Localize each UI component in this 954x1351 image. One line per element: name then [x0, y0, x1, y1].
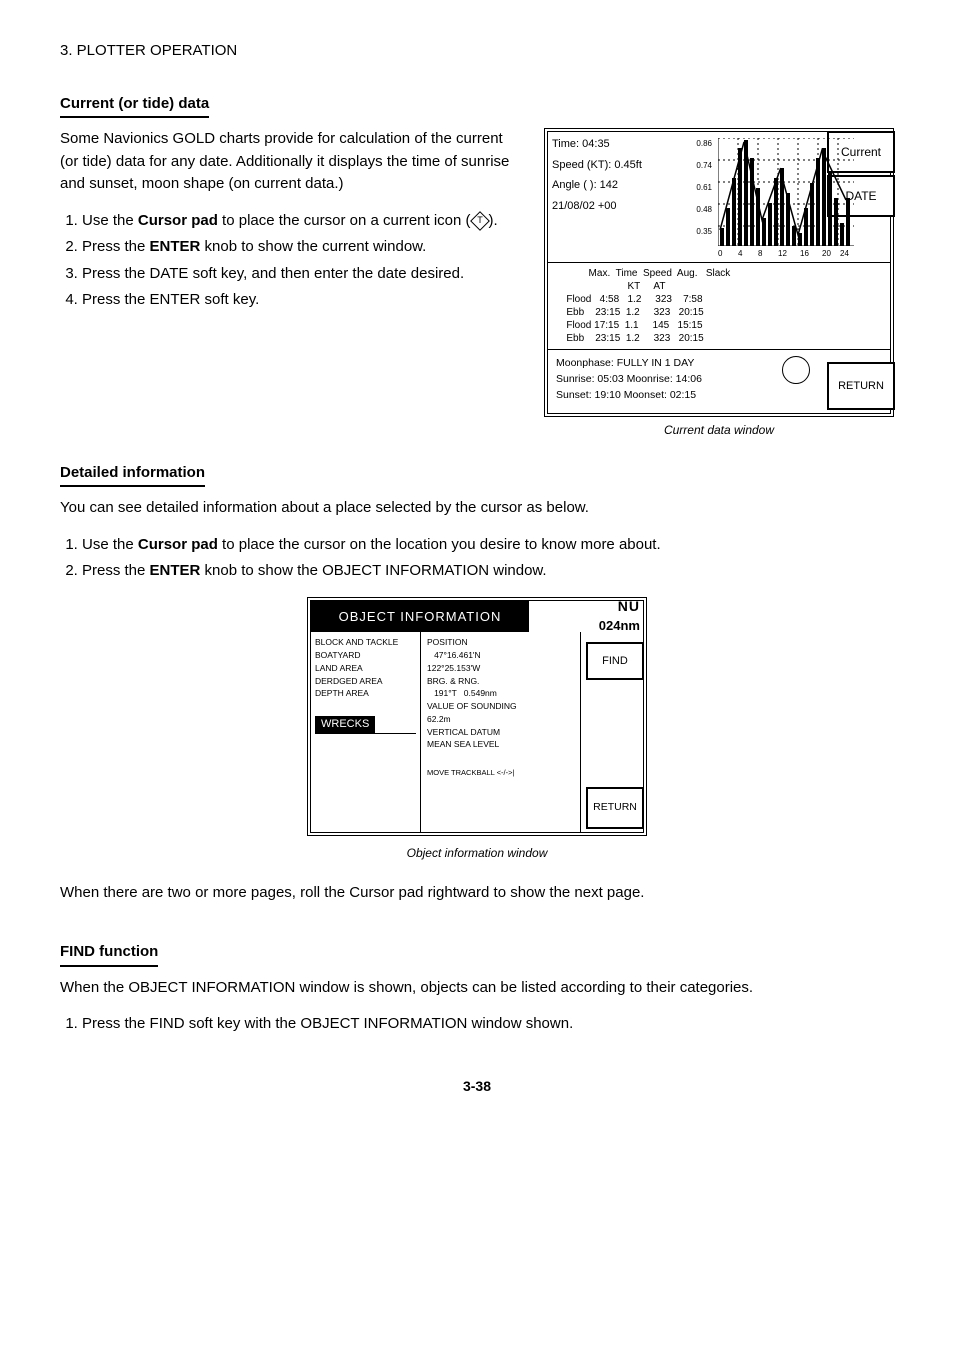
object-categories: BLOCK AND TACKLE BOATYARD LAND AREA DERD…: [311, 632, 421, 832]
angle-label: Angle ( ): 142: [552, 177, 684, 194]
dstep1-pre: Use the: [82, 536, 138, 553]
ytick: 0.61: [696, 182, 712, 194]
cat-item: BLOCK AND TACKLE: [315, 636, 416, 649]
tide-table: Max. Time Speed Aug. Slack KT AT Flood 4…: [548, 262, 890, 349]
step-1: Use the Cursor pad to place the cursor o…: [82, 210, 520, 233]
detail-line: 47°16.461'N: [427, 649, 574, 662]
speed-label: Speed (KT): 0.45ft: [552, 157, 684, 174]
xtick: 4: [738, 248, 742, 260]
step-2-pre: Press the: [82, 238, 150, 255]
tide-header: Max. Time Speed Aug. Slack KT AT: [558, 268, 730, 292]
date-value: 21/08/02 +00: [552, 198, 684, 215]
current-window: Current DATE RETURN Time: 04:35 Speed (K…: [544, 128, 894, 417]
moon-info: Moonphase: FULLY IN 1 DAY Sunrise: 05:03…: [548, 349, 890, 413]
page-number: 3-38: [60, 1076, 894, 1097]
dstep2-post: knob to show the OBJECT INFORMATION wind…: [200, 562, 546, 579]
cat-item: DERDGED AREA: [315, 675, 416, 688]
detail-line: 122°25.153'W: [427, 662, 574, 675]
sunrise-moonrise: Sunrise: 05:03 Moonrise: 14:06: [556, 372, 882, 388]
dstep2-pre: Press the: [82, 562, 150, 579]
bar-chart-svg: [718, 138, 854, 246]
tide-rows: Flood 4:58 1.2 323 7:58 Ebb 23:15 1.2 32…: [558, 294, 704, 344]
object-info-window: NU 024nm FIND RETURN OBJECT INFORMATION …: [307, 597, 647, 837]
current-icon: [470, 211, 490, 231]
moon-icon: [782, 356, 810, 384]
move-trackball-hint: MOVE TRACKBALL <-/->|: [427, 767, 574, 778]
wrecks-selected[interactable]: WRECKS: [315, 716, 375, 733]
step-2-post: knob to show the current window.: [200, 238, 426, 255]
xtick: 20: [822, 248, 831, 260]
ytick: 0.48: [696, 204, 712, 216]
detail-line: 191°T 0.549nm: [427, 687, 574, 700]
xtick: 8: [758, 248, 762, 260]
section-current-title: Current (or tide) data: [60, 93, 209, 119]
ytick: 0.35: [696, 226, 712, 238]
xtick: 24: [840, 248, 849, 260]
step-2: Press the ENTER knob to show the current…: [82, 236, 520, 259]
current-intro-para: Some Navionics GOLD charts provide for c…: [60, 128, 520, 196]
step-2-bold: ENTER: [150, 238, 201, 255]
detail-line: 62.2m: [427, 713, 574, 726]
obj-window-caption: Object information window: [60, 844, 894, 862]
find-para: When the OBJECT INFORMATION window is sh…: [60, 977, 894, 1000]
time-label: Time: 04:35: [552, 136, 684, 153]
ytick: 0.86: [696, 138, 712, 150]
detailed-para: You can see detailed information about a…: [60, 497, 894, 520]
step-3: Press the DATE soft key, and then enter …: [82, 263, 520, 286]
cat-item: LAND AREA: [315, 662, 416, 675]
xtick: 0: [718, 248, 722, 260]
detail-line: BRG. & RNG.: [427, 675, 574, 688]
section-find-title: FIND function: [60, 941, 158, 967]
find-step-1: Press the FIND soft key with the OBJECT …: [82, 1013, 894, 1036]
detailed-step-2: Press the ENTER knob to show the OBJECT …: [82, 560, 894, 583]
dstep2-bold: ENTER: [150, 562, 201, 579]
step-4: Press the ENTER soft key.: [82, 289, 520, 312]
detailed-step-1: Use the Cursor pad to place the cursor o…: [82, 534, 894, 557]
ytick: 0.74: [696, 160, 712, 172]
xtick: 16: [800, 248, 809, 260]
detail-line: VERTICAL DATUM: [427, 726, 574, 739]
dstep1-bold: Cursor pad: [138, 536, 218, 553]
page-section-header: 3. PLOTTER OPERATION: [60, 40, 894, 63]
step-1-bold: Cursor pad: [138, 212, 218, 229]
current-graph: 0.86 0.74 0.61 0.48 0.35 0 4 8 12 16 20 …: [688, 132, 890, 262]
divider: [315, 733, 416, 734]
cat-item: BOATYARD: [315, 649, 416, 662]
dstep1-post: to place the cursor on the location you …: [218, 536, 661, 553]
step-1-pre: Use the: [82, 212, 138, 229]
step-1-end: ).: [489, 212, 498, 229]
detail-line: VALUE OF SOUNDING: [427, 700, 574, 713]
detail-line: POSITION: [427, 636, 574, 649]
moonphase: Moonphase: FULLY IN 1 DAY: [556, 356, 882, 372]
object-details: POSITION 47°16.461'N 122°25.153'W BRG. &…: [421, 632, 581, 832]
pages-hint: When there are two or more pages, roll t…: [60, 882, 894, 905]
current-window-caption: Current data window: [544, 421, 894, 439]
cat-item: DEPTH AREA: [315, 687, 416, 700]
detail-line: MEAN SEA LEVEL: [427, 738, 574, 751]
sunset-moonset: Sunset: 19:10 Moonset: 02:15: [556, 388, 882, 404]
section-detailed-title: Detailed information: [60, 462, 205, 488]
xtick: 12: [778, 248, 787, 260]
object-info-title: OBJECT INFORMATION: [311, 601, 529, 633]
step-1-post: to place the cursor on a current icon (: [218, 212, 471, 229]
